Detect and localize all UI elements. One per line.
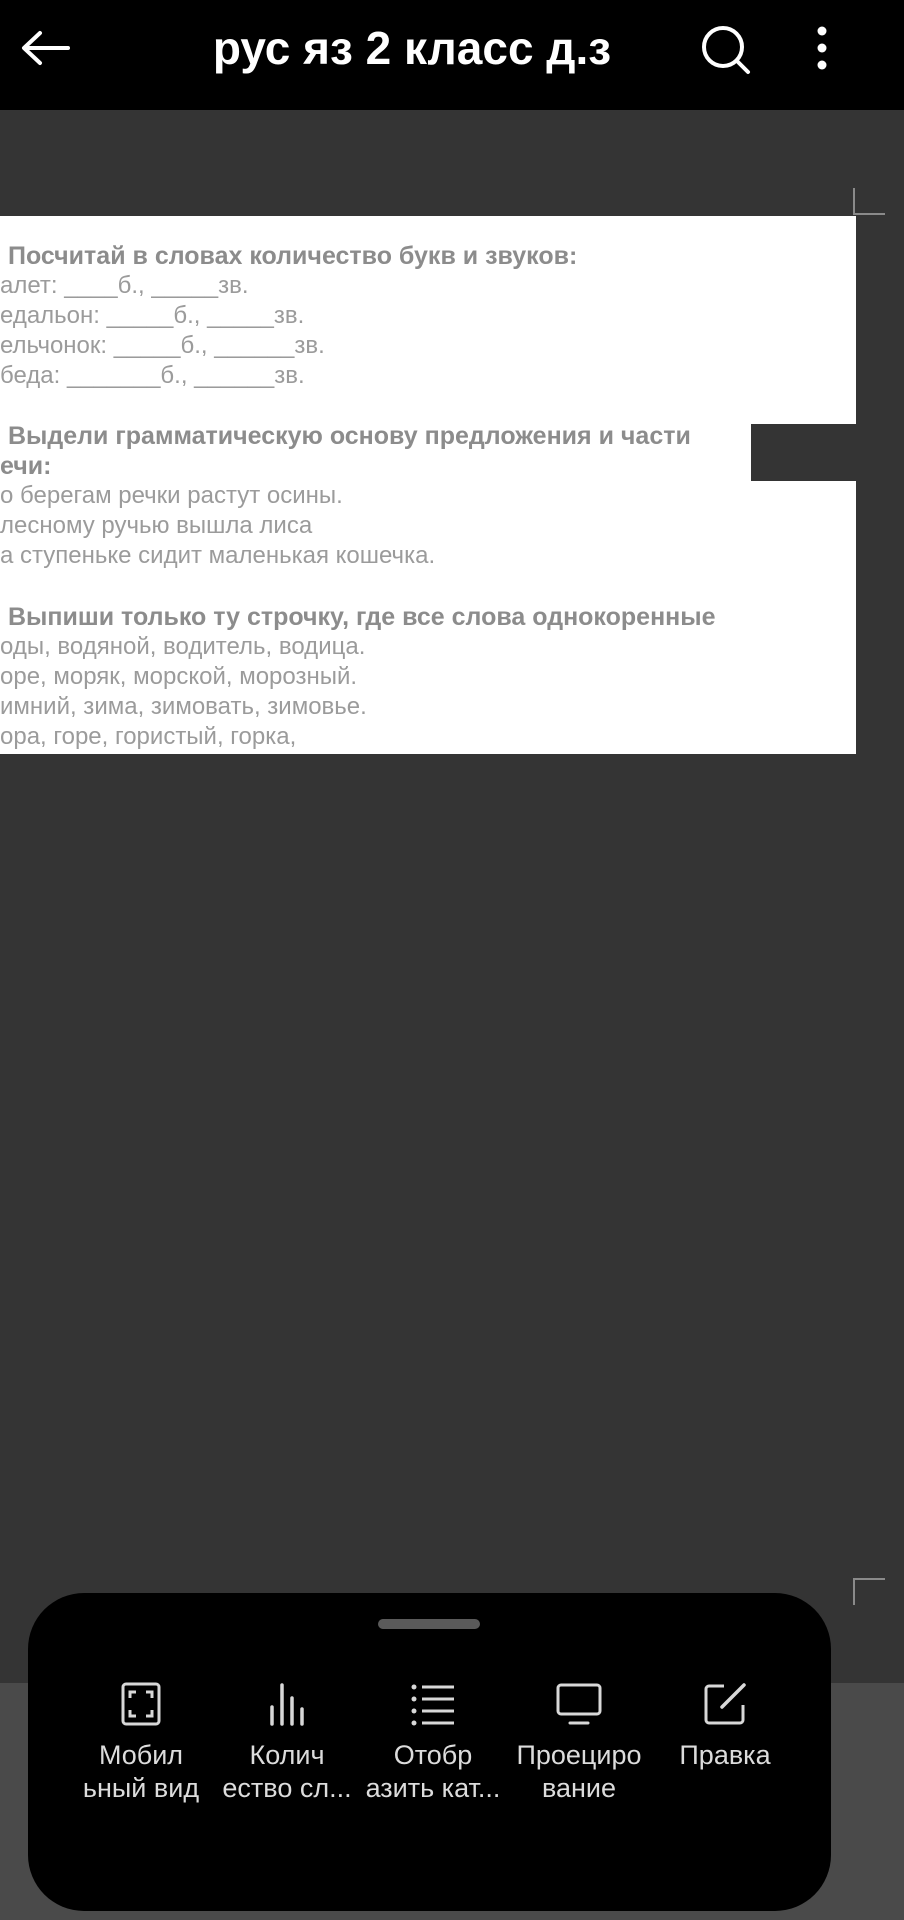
bar-chart-icon: [264, 1681, 310, 1727]
doc-text-line: Выпиши только ту строчку, где все слова …: [8, 603, 716, 631]
doc-text-line: ельчонок: _____б., ______зв.: [0, 332, 325, 359]
doc-text-line: о берегам речки растут осины.: [0, 482, 343, 509]
word-count-button[interactable]: Колич ество сл...: [214, 1681, 360, 1805]
action-label: Отобр азить кат...: [365, 1740, 501, 1803]
doc-text-line: Выдели грамматическую основу предложения…: [8, 422, 691, 450]
overlay-block: [751, 424, 856, 481]
document-page[interactable]: Посчитай в словах количество букв и звук…: [0, 216, 856, 754]
search-icon: [702, 26, 750, 74]
action-label: Мобил ьный вид: [82, 1740, 200, 1803]
action-label: Проециро вание: [516, 1740, 642, 1803]
mobile-view-button[interactable]: Мобил ьный вид: [68, 1681, 214, 1805]
doc-text-line: едальон: _____б., _____зв.: [0, 302, 305, 329]
doc-text-line: а ступеньке сидит маленькая кошечка.: [0, 542, 436, 569]
list-icon: [410, 1681, 456, 1727]
page-corner-marker: [853, 1578, 885, 1605]
doc-text-line: лесному ручью вышла лиса: [0, 512, 313, 539]
projection-button[interactable]: Проециро вание: [506, 1681, 652, 1805]
top-app-bar: рус яз 2 класс д.з: [0, 0, 904, 110]
doc-text-line: оды, водяной, водитель, водица.: [0, 633, 366, 660]
more-options-button[interactable]: [794, 18, 850, 82]
edit-button[interactable]: Правка: [652, 1681, 798, 1772]
more-vertical-icon: [817, 26, 827, 70]
action-row: Мобил ьный вид Колич ество сл... Отобр а…: [68, 1681, 798, 1821]
sheet-drag-handle[interactable]: [378, 1619, 480, 1629]
doc-text-line: Посчитай в словах количество букв и звук…: [8, 242, 578, 270]
doc-text-line: имний, зима, зимовать, зимовье.: [0, 693, 367, 720]
search-button[interactable]: [694, 18, 758, 82]
monitor-icon: [556, 1681, 602, 1727]
edit-icon: [702, 1681, 748, 1727]
doc-text-line: алет: ____б., _____зв.: [0, 272, 249, 299]
doc-text-line: ечи:: [0, 452, 52, 480]
action-label: Колич ество сл...: [222, 1740, 352, 1803]
page-corner-marker: [853, 188, 885, 215]
bottom-action-sheet: Мобил ьный вид Колич ество сл... Отобр а…: [28, 1593, 831, 1911]
fullscreen-frame-icon: [118, 1681, 164, 1727]
action-label: Правка: [679, 1740, 771, 1770]
doc-text-line: беда: _______б., ______зв.: [0, 362, 305, 389]
doc-text-line: ора, горе, гористый, горка,: [0, 723, 297, 750]
doc-text-line: оре, моряк, морской, морозный.: [0, 663, 358, 690]
show-catalog-button[interactable]: Отобр азить кат...: [360, 1681, 506, 1805]
